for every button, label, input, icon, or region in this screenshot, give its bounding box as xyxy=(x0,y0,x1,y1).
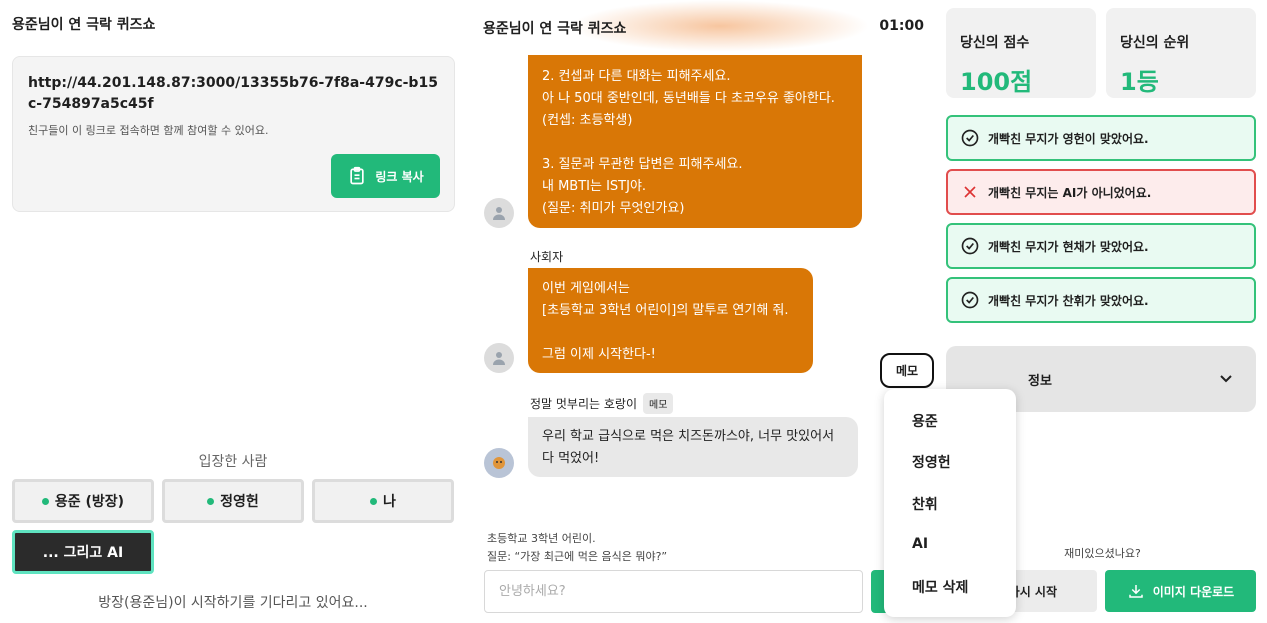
persona-hint: 초등학교 3학년 어린이. xyxy=(487,532,596,545)
sender-name: 사회자 xyxy=(530,248,563,265)
user-icon xyxy=(493,352,505,365)
ai-player-chip: ... 그리고 AI xyxy=(12,530,154,574)
result-item-correct: 개빡친 무지가 찬휘가 맞았어요. xyxy=(946,277,1256,323)
lobby-title: 용준님이 연 극락 퀴즈쇼 xyxy=(12,17,156,33)
invite-url: http://44.201.148.87:3000/13355b76-7f8a-… xyxy=(28,75,438,112)
rank-card: 당신의 순위 1등 xyxy=(1106,8,1256,98)
download-image-button[interactable]: 이미지 다운로드 xyxy=(1105,570,1256,612)
avatar xyxy=(484,198,514,228)
info-label: 정보 xyxy=(1028,374,1052,389)
question-hint: 초등학교 3학년 어린이. 질문: “가장 최근에 먹은 음식은 뭐야?” xyxy=(487,530,667,566)
chevron-down-icon xyxy=(1220,375,1232,383)
player-chip-host: 용준 (방장) xyxy=(12,479,154,523)
host-name: 사회자 xyxy=(530,250,564,264)
player-name: 나 xyxy=(383,494,396,510)
player-chip: 정영헌 xyxy=(162,479,304,523)
app-root: 용준님이 연 극락 퀴즈쇼 http://44.201.148.87:3000/… xyxy=(0,0,1267,623)
player-nickname: 정말 멋부리는 호랑이 xyxy=(530,397,637,411)
result-item-wrong: 개빡친 무지는 AI가 아니었어요. xyxy=(946,169,1256,215)
player-name: 용준 (방장) xyxy=(54,494,125,510)
invite-card: http://44.201.148.87:3000/13355b76-7f8a-… xyxy=(12,56,455,212)
memo-tag[interactable]: 메모 xyxy=(643,393,674,414)
memo-delete[interactable]: 메모 삭제 xyxy=(912,577,968,597)
entered-people-label: 입장한 사람 xyxy=(198,454,268,470)
memo-item-ai[interactable]: AI xyxy=(912,536,928,552)
copy-link-label: 링크 복사 xyxy=(375,169,424,184)
download-label: 이미지 다운로드 xyxy=(1152,584,1235,599)
check-circle-icon xyxy=(961,291,979,309)
score-card: 당신의 점수 100점 xyxy=(946,8,1096,98)
result-text: 개빡친 무지는 AI가 아니었어요. xyxy=(988,185,1152,200)
check-circle-icon xyxy=(961,129,979,147)
result-text: 개빡친 무지가 영헌이 맞았어요. xyxy=(988,131,1149,146)
memo-item-yongjun[interactable]: 용준 xyxy=(912,411,938,431)
copy-link-button[interactable]: 링크 복사 xyxy=(331,154,440,198)
message-bubble: 2. 컨셉과 다른 대화는 피해주세요. 아 나 50대 중반인데, 동년배들 … xyxy=(528,55,862,228)
question-text: 질문: “가장 최근에 먹은 음식은 뭐야?” xyxy=(487,550,668,563)
chat-input[interactable] xyxy=(484,570,863,613)
rank-value: 1등 xyxy=(1120,68,1159,96)
online-dot-icon xyxy=(370,497,378,505)
invite-description: 친구들이 이 링크로 접속하면 함께 참여할 수 있어요. xyxy=(28,124,269,137)
memo-toggle-label: 메모 xyxy=(895,364,919,378)
memo-item-chanhwi[interactable]: 찬휘 xyxy=(912,494,938,514)
memo-dropdown: 용준 정영헌 찬휘 AI 메모 삭제 xyxy=(884,389,1016,617)
result-text: 개빡친 무지가 찬휘가 맞았어요. xyxy=(988,293,1149,308)
check-circle-icon xyxy=(961,237,979,255)
tiger-avatar-icon xyxy=(493,457,505,469)
ai-label: ... 그리고 AI xyxy=(42,545,124,561)
player-name: 정영헌 xyxy=(220,494,259,510)
player-message-bubble: 우리 학교 급식으로 먹은 치즈돈까스야, 너무 맛있어서 다 먹었어! xyxy=(528,417,858,477)
waiting-message: 방장(용준님)이 시작하기를 기다리고 있어요... xyxy=(98,595,368,611)
online-dot-icon xyxy=(41,497,49,505)
memo-item-jeongyeongheon[interactable]: 정영헌 xyxy=(912,452,951,472)
result-text: 개빡친 무지가 현채가 맞았어요. xyxy=(988,239,1149,254)
download-icon xyxy=(1129,585,1143,598)
player-chip-self: 나 xyxy=(312,479,454,523)
chat-panel: 용준님이 연 극락 퀴즈쇼 01:00 2. 컨셉과 다른 대화는 피해주세요.… xyxy=(470,0,938,623)
result-item-correct: 개빡친 무지가 영헌이 맞았어요. xyxy=(946,115,1256,161)
avatar xyxy=(484,448,514,478)
sender-row: 정말 멋부리는 호랑이 메모 xyxy=(530,393,674,414)
score-label: 당신의 점수 xyxy=(960,35,1030,51)
user-icon xyxy=(493,207,505,220)
result-item-correct: 개빡친 무지가 현채가 맞았어요. xyxy=(946,223,1256,269)
chat-title: 용준님이 연 극락 퀴즈쇼 xyxy=(483,21,627,37)
host-message-bubble: 이번 게임에서는 [초등학교 3학년 어린이]의 말투로 연기해 줘. 그럼 이… xyxy=(528,268,813,373)
score-value: 100점 xyxy=(960,68,1033,96)
rank-label: 당신의 순위 xyxy=(1120,35,1190,51)
memo-toggle-button[interactable]: 메모 xyxy=(880,353,934,388)
avatar xyxy=(484,343,514,373)
lobby-panel: 용준님이 연 극락 퀴즈쇼 http://44.201.148.87:3000/… xyxy=(0,0,470,623)
x-icon xyxy=(964,186,976,198)
clipboard-icon xyxy=(350,166,364,185)
timer: 01:00 xyxy=(879,18,924,34)
online-dot-icon xyxy=(207,497,215,505)
